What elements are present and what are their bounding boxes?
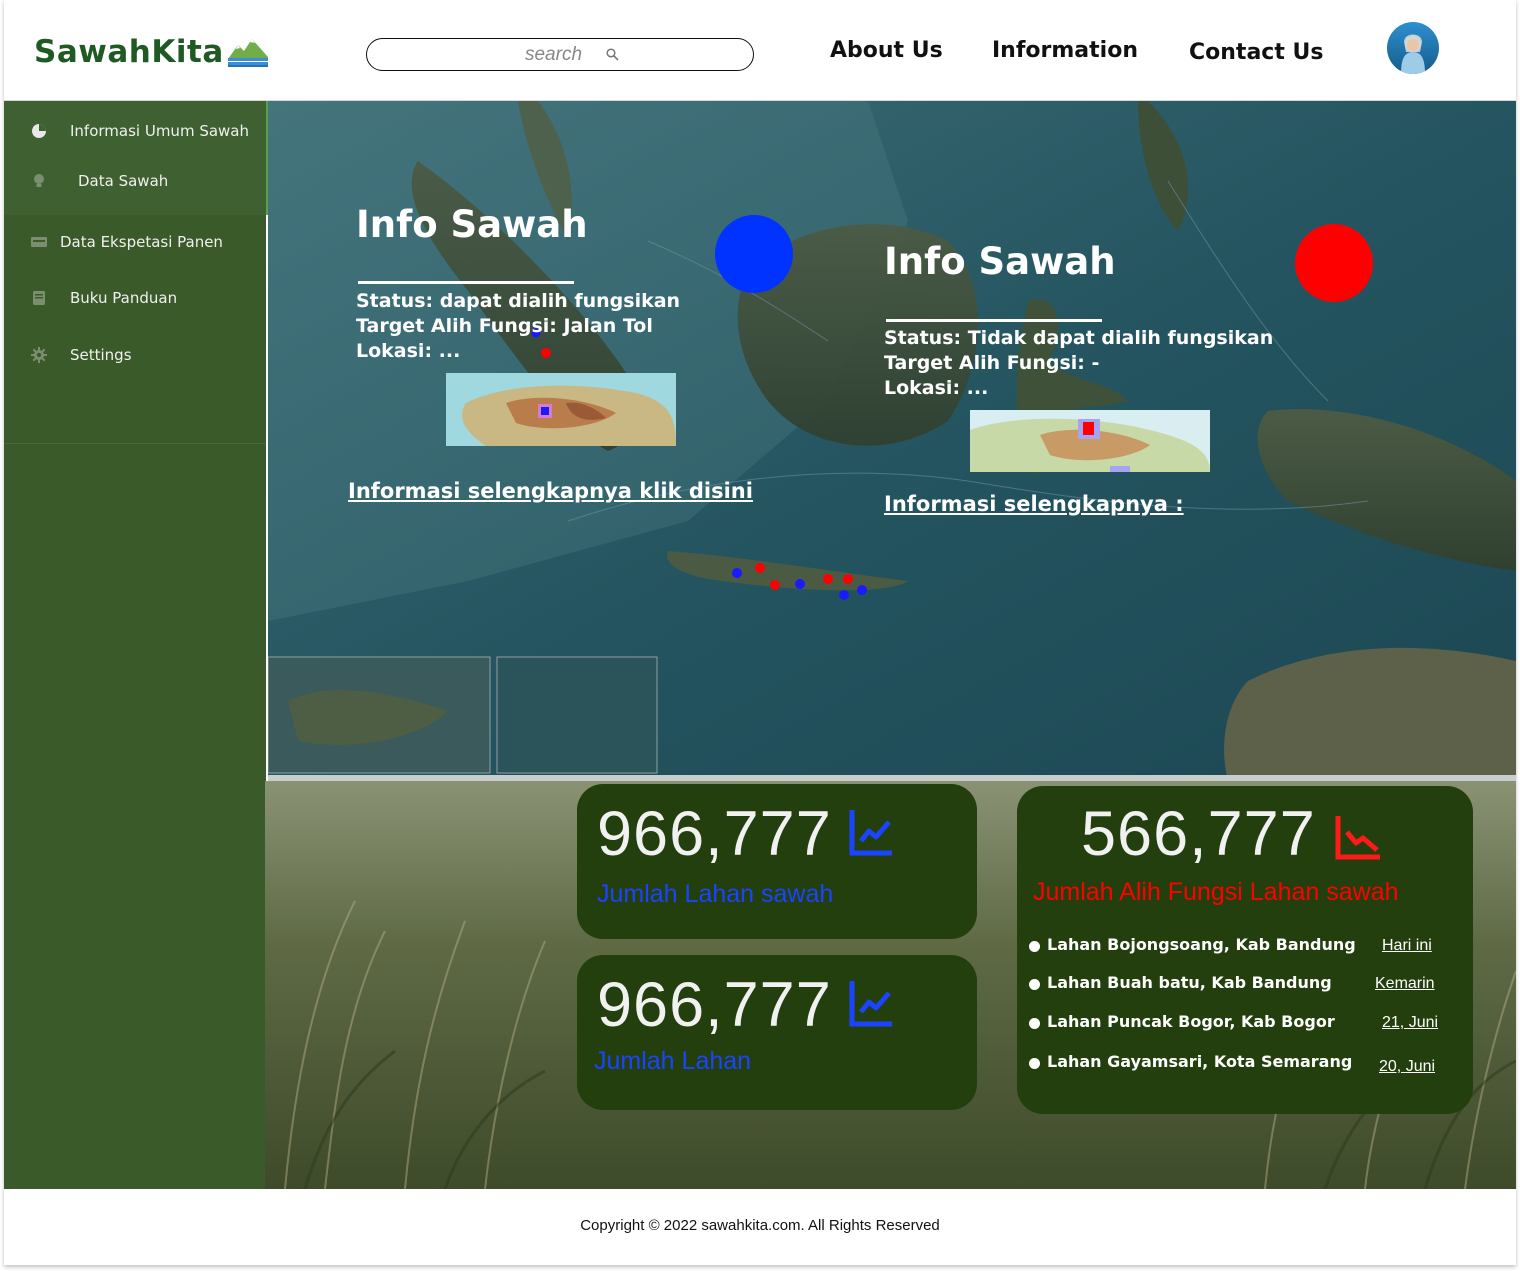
search-icon[interactable] xyxy=(605,48,619,61)
info-left-rule xyxy=(358,281,574,284)
conversion-location: Lahan Bojongsoang, Kab Bandung xyxy=(1047,935,1356,954)
conversion-location: Lahan Buah batu, Kab Bandung xyxy=(1047,973,1332,992)
stat-caption-total-lahan: Jumlah Lahan xyxy=(594,1047,752,1075)
info-sawah-left-title: Info Sawah xyxy=(356,203,588,246)
user-avatar[interactable] xyxy=(1387,22,1439,74)
indonesia-map[interactable]: Info Sawah Status: dapat dialih fungsika… xyxy=(268,101,1516,781)
conversion-date-link[interactable]: 21, Juni xyxy=(1382,1014,1438,1032)
info-left-status: Status: dapat dialih fungsikan xyxy=(356,290,681,312)
stat-value-total-lahan: 966,777 xyxy=(597,970,832,1040)
stat-caption-total-sawah: Jumlah Lahan sawah xyxy=(597,880,834,908)
info-right-target: Target Alih Fungsi: - xyxy=(884,352,1100,374)
conversion-date-link[interactable]: Kemarin xyxy=(1375,975,1435,993)
stat-value-alih-fungsi: 566,777 xyxy=(1081,799,1316,869)
sidebar-divider xyxy=(4,443,266,444)
sidebar-item-label: Data Ekspetasi Panen xyxy=(60,233,223,251)
sidebar-item-data-ekspetasi-panen[interactable]: Data Ekspetasi Panen xyxy=(4,220,266,264)
list-item[interactable]: Lahan Buah batu, Kab Bandung Kemarin xyxy=(1017,969,1473,999)
stat-value-total-sawah: 966,777 xyxy=(597,799,832,869)
stat-card-total-lahan[interactable]: 966,777 Jumlah Lahan xyxy=(577,955,977,1110)
sidebar-item-settings[interactable]: Settings xyxy=(4,333,266,377)
search-input[interactable] xyxy=(501,42,606,67)
info-right-location: Lokasi: ... xyxy=(884,377,989,399)
conversion-date-link[interactable]: Hari ini xyxy=(1382,937,1432,955)
sidebar-item-informasi-umum[interactable]: Informasi Umum Sawah xyxy=(4,109,266,153)
line-chart-up-icon xyxy=(849,810,892,856)
conversion-location: Lahan Gayamsari, Kota Semarang xyxy=(1047,1052,1353,1071)
sidebar-item-label: Data Sawah xyxy=(78,172,169,190)
list-item[interactable]: Lahan Bojongsoang, Kab Bandung Hari ini xyxy=(1017,931,1473,961)
stat-card-alih-fungsi[interactable]: 566,777 Jumlah Alih Fungsi Lahan sawah L… xyxy=(1017,786,1473,1114)
sidebar-item-data-sawah[interactable]: Data Sawah xyxy=(4,159,266,203)
bullet-dot xyxy=(1029,941,1040,952)
info-left-target: Target Alih Fungsi: Jalan Tol xyxy=(356,315,653,337)
book-icon xyxy=(30,289,48,307)
brand-name: SawahKita xyxy=(34,34,224,70)
info-left-more-link[interactable]: Informasi selengkapnya klik disini xyxy=(348,479,753,503)
conversion-date-link[interactable]: 20, Juni xyxy=(1379,1058,1435,1076)
left-location-thumbnail[interactable] xyxy=(446,373,676,446)
info-left-location: Lokasi: ... xyxy=(356,340,461,362)
list-item[interactable]: Lahan Gayamsari, Kota Semarang 20, Juni xyxy=(1017,1048,1473,1078)
nav-about-us[interactable]: About Us xyxy=(830,38,943,63)
sidebar: Informasi Umum Sawah Data Sawah Data Eks… xyxy=(4,101,268,1189)
sidebar-item-label: Informasi Umum Sawah xyxy=(70,122,250,140)
bullet-dot xyxy=(1029,1018,1040,1029)
copyright-text: Copyright © 2022 sawahkita.com. All Righ… xyxy=(580,1216,940,1234)
bullet-dot xyxy=(1029,979,1040,990)
right-location-thumbnail[interactable] xyxy=(970,410,1210,472)
search-bar[interactable] xyxy=(366,38,754,71)
stat-card-total-sawah[interactable]: 966,777 Jumlah Lahan sawah xyxy=(577,784,977,939)
rice-field-logo-icon xyxy=(227,39,268,67)
info-right-more-link[interactable]: Informasi selengkapnya : xyxy=(884,492,1184,516)
bullet-dot xyxy=(1029,1058,1040,1069)
red-status-marker[interactable] xyxy=(1295,224,1373,302)
info-right-rule xyxy=(886,319,1102,322)
top-header: SawahKita About Us Information Contact U… xyxy=(4,0,1516,103)
brand-logo[interactable]: SawahKita xyxy=(34,34,268,70)
info-sawah-right-title: Info Sawah xyxy=(884,240,1116,283)
card-icon xyxy=(30,233,48,251)
nav-contact-us[interactable]: Contact Us xyxy=(1189,40,1323,65)
sidebar-item-label: Buku Panduan xyxy=(70,289,178,307)
rice-field-background: 966,777 Jumlah Lahan sawah 966,777 Jumla… xyxy=(265,781,1516,1189)
conversion-location: Lahan Puncak Bogor, Kab Bogor xyxy=(1047,1012,1335,1031)
nav-information[interactable]: Information xyxy=(992,38,1138,63)
list-item[interactable]: Lahan Puncak Bogor, Kab Bogor 21, Juni xyxy=(1017,1008,1473,1038)
pie-chart-icon xyxy=(30,122,48,140)
lightbulb-icon xyxy=(30,172,48,190)
footer: Copyright © 2022 sawahkita.com. All Righ… xyxy=(4,1189,1516,1261)
line-chart-up-icon xyxy=(849,981,892,1027)
stat-caption-alih-fungsi: Jumlah Alih Fungsi Lahan sawah xyxy=(1033,878,1399,906)
gear-icon xyxy=(30,346,48,364)
line-chart-down-icon xyxy=(1335,816,1380,860)
sidebar-item-label: Settings xyxy=(70,346,132,364)
blue-status-marker[interactable] xyxy=(715,215,793,293)
sidebar-item-buku-panduan[interactable]: Buku Panduan xyxy=(4,276,266,320)
info-right-status: Status: Tidak dapat dialih fungsikan xyxy=(884,327,1274,349)
